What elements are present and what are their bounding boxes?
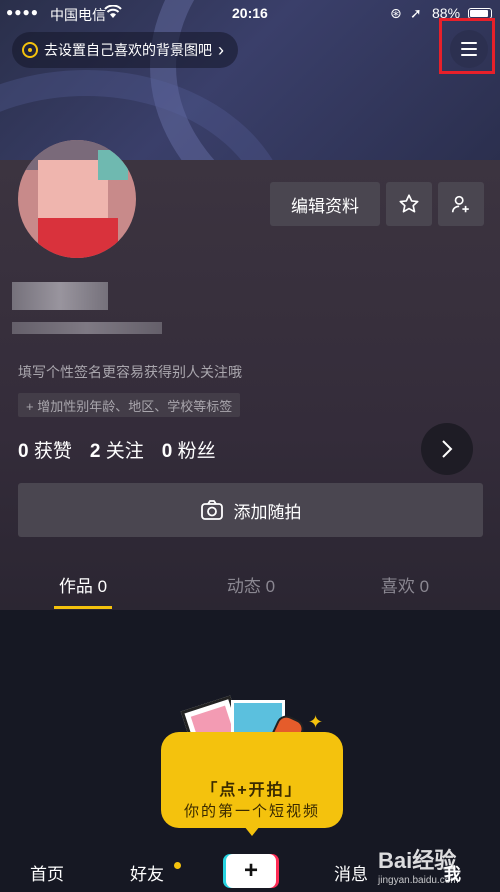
active-tab-indicator	[54, 606, 112, 609]
edit-profile-button[interactable]: 编辑资料	[270, 182, 380, 226]
avatar-pixel	[38, 218, 118, 258]
sparkle-icon: ✦	[308, 712, 324, 732]
tab-works[interactable]: 作品 0	[8, 572, 158, 597]
nav-messages[interactable]: 消息	[334, 860, 368, 885]
banner-text: 去设置自己喜欢的背景图吧	[44, 42, 212, 58]
status-bar: ●●●● 中国电信 20:16 ⊛ ➚ 88%	[0, 0, 500, 26]
tab-activity[interactable]: 动态 0	[176, 572, 326, 597]
expand-button[interactable]	[421, 423, 473, 475]
tab-likes[interactable]: 喜欢 0	[330, 572, 480, 597]
baidu-watermark: Bai经验 jingyan.baidu.com	[378, 843, 500, 892]
camera-icon	[200, 500, 223, 520]
target-icon	[22, 42, 38, 58]
menu-button[interactable]	[450, 30, 488, 68]
clock: 20:16	[232, 5, 268, 21]
add-post-label: 添加随拍	[233, 502, 302, 522]
add-tags-chip[interactable]: + 增加性别年龄、地区、学校等标签	[18, 393, 241, 417]
nav-home[interactable]: 首页	[30, 860, 64, 885]
add-casual-post-button[interactable]: 添加随拍	[18, 483, 483, 537]
signal-icon: ●●●●	[6, 5, 39, 19]
notification-dot	[174, 862, 181, 869]
star-icon	[399, 194, 419, 213]
create-video-button[interactable]: +	[226, 854, 276, 888]
orientation-lock-icon: ⊛	[390, 5, 402, 21]
followers-stat[interactable]: 0 粉丝	[162, 436, 216, 463]
likes-stat[interactable]: 0 获赞	[18, 436, 72, 463]
chevron-right-icon: ›	[218, 39, 224, 60]
wifi-icon	[104, 4, 122, 22]
set-background-banner[interactable]: 去设置自己喜欢的背景图吧 ›	[12, 32, 238, 68]
nav-friends[interactable]: 好友	[130, 860, 164, 885]
carrier-label: 中国电信	[50, 7, 106, 23]
promo-subtitle: 你的第一个短视频	[183, 803, 320, 820]
menu-icon	[461, 42, 477, 44]
watermark-brand: Bai经验	[378, 848, 457, 873]
add-friend-button[interactable]	[438, 182, 484, 226]
promo-title: 「点+开拍」	[201, 782, 303, 799]
avatar-pixel	[98, 150, 128, 180]
avatar[interactable]	[18, 140, 136, 258]
location-icon: ➚	[410, 5, 422, 21]
username-blurred	[12, 282, 108, 310]
chevron-right-icon	[442, 440, 453, 458]
stats-row: 0 获赞 2 关注 0 粉丝	[18, 436, 216, 463]
following-stat[interactable]: 2 关注	[90, 436, 144, 463]
user-id-blurred	[12, 322, 162, 334]
promo-pointer	[244, 826, 260, 836]
favorites-button[interactable]	[386, 182, 432, 226]
add-user-icon	[451, 195, 469, 213]
bio-placeholder[interactable]: 填写个性签名更容易获得别人关注哦	[18, 362, 242, 382]
watermark-url: jingyan.baidu.com	[378, 875, 459, 886]
start-shooting-promo[interactable]: 「点+开拍」 你的第一个短视频	[161, 732, 343, 828]
